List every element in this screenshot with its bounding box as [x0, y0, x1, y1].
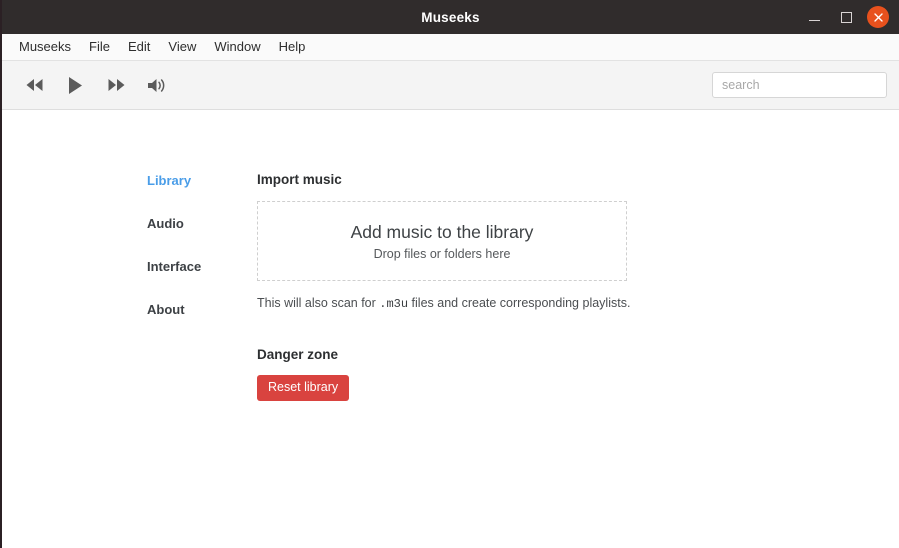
- menu-item-view[interactable]: View: [159, 36, 205, 58]
- settings-nav: Library Audio Interface About: [147, 168, 257, 401]
- import-music-heading: Import music: [257, 172, 342, 187]
- settings-view: Library Audio Interface About Import mus…: [2, 110, 899, 402]
- transport-controls: [2, 70, 172, 100]
- maximize-button[interactable]: [831, 2, 861, 32]
- previous-icon: [25, 78, 44, 92]
- sidebar-item-about[interactable]: About: [147, 301, 257, 344]
- menu-item-edit[interactable]: Edit: [119, 36, 159, 58]
- window-title: Museeks: [421, 9, 480, 25]
- search-container: [712, 72, 887, 98]
- danger-zone-heading: Danger zone: [257, 347, 339, 362]
- player-toolbar: [2, 61, 899, 110]
- close-button[interactable]: [863, 2, 893, 32]
- window-controls: [799, 0, 893, 34]
- volume-button[interactable]: [142, 70, 172, 100]
- sidebar-item-library[interactable]: Library: [147, 172, 257, 215]
- play-button[interactable]: [60, 70, 90, 100]
- import-hint-after: files and create corresponding playlists…: [408, 296, 631, 310]
- previous-button[interactable]: [19, 70, 49, 100]
- next-icon: [107, 78, 126, 92]
- menu-item-help[interactable]: Help: [270, 36, 315, 58]
- search-input[interactable]: [712, 72, 887, 98]
- sidebar-item-interface[interactable]: Interface: [147, 258, 257, 301]
- menu-item-window[interactable]: Window: [205, 36, 269, 58]
- music-dropzone[interactable]: Add music to the library Drop files or f…: [257, 201, 627, 281]
- close-icon: [867, 6, 889, 28]
- titlebar: Museeks: [2, 0, 899, 34]
- volume-icon: [147, 77, 167, 94]
- minimize-button[interactable]: [799, 2, 829, 32]
- sidebar-item-audio[interactable]: Audio: [147, 215, 257, 258]
- import-hint-extension: .m3u: [379, 297, 409, 311]
- settings-panel-library: Import music Add music to the library Dr…: [257, 168, 899, 402]
- app-window: Museeks Museeks File Edit View Window He…: [0, 0, 899, 548]
- dropzone-title: Add music to the library: [350, 221, 534, 242]
- menubar: Museeks File Edit View Window Help: [2, 34, 899, 61]
- next-button[interactable]: [101, 70, 131, 100]
- reset-library-button[interactable]: Reset library: [257, 375, 350, 402]
- dropzone-subtitle: Drop files or folders here: [373, 247, 511, 262]
- menu-item-file[interactable]: File: [80, 36, 119, 58]
- play-icon: [67, 76, 84, 95]
- minimize-icon: [808, 19, 820, 22]
- import-hint: This will also scan for .m3u files and c…: [257, 296, 899, 311]
- menu-item-museeks[interactable]: Museeks: [10, 36, 80, 58]
- maximize-icon: [840, 11, 852, 23]
- import-hint-before: This will also scan for: [257, 296, 380, 310]
